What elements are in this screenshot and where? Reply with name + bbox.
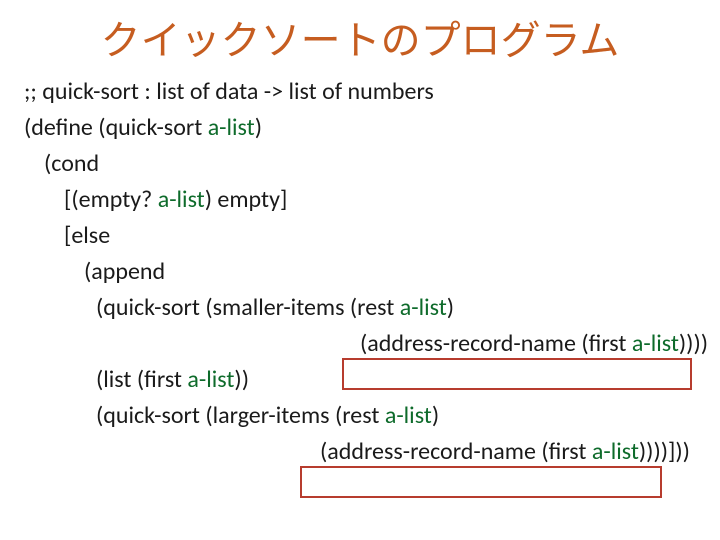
text: ) [432,401,439,430]
param-alist: a-list [592,437,639,466]
param-alist: a-list [187,365,234,394]
code-quicksort-smaller: (quick-sort (smaller-items (rest a-list) [24,290,720,326]
code-quicksort-larger: (quick-sort (larger-items (rest a-list) [24,398,720,434]
param-alist: a-list [158,185,205,214]
code-empty-clause: [(empty? a-list) empty] [24,182,720,218]
code-cond: (cond [24,146,720,182]
text: (address-record-name (first [360,329,632,358]
text: (quick-sort (larger-items (rest [96,401,385,430]
code-define: (define (quick-sort a-list) [24,110,720,146]
code-else: [else [24,218,720,254]
code-address-record-2: (address-record-name (first a-list))))])… [24,434,720,470]
param-alist: a-list [385,401,432,430]
code-address-record-1: (address-record-name (first a-list)))) [24,326,720,362]
code-block: ;; quick-sort : list of data -> list of … [0,74,720,470]
code-append: (append [24,254,720,290]
param-alist: a-list [208,113,255,142]
slide-title: クイックソートのプログラム [0,8,720,66]
text: ) [447,293,454,322]
text: ) empty] [205,185,288,214]
text: (address-record-name (first [320,437,592,466]
param-alist: a-list [400,293,447,322]
text: (list (first [96,365,187,394]
slide: クイックソートのプログラム ;; quick-sort : list of da… [0,0,720,540]
text: (quick-sort (smaller-items (rest [96,293,400,322]
text: )))) [679,329,708,358]
text: )))) [639,437,668,466]
param-alist: a-list [632,329,679,358]
code-list-first: (list (first a-list)) [24,362,720,398]
text: ])) [668,437,690,466]
text: ) [255,113,262,142]
text: [(empty? [64,185,158,214]
text: (define (quick-sort [24,113,208,142]
code-comment: ;; quick-sort : list of data -> list of … [24,74,720,110]
highlight-box-2 [300,466,662,498]
text: )) [234,365,249,394]
